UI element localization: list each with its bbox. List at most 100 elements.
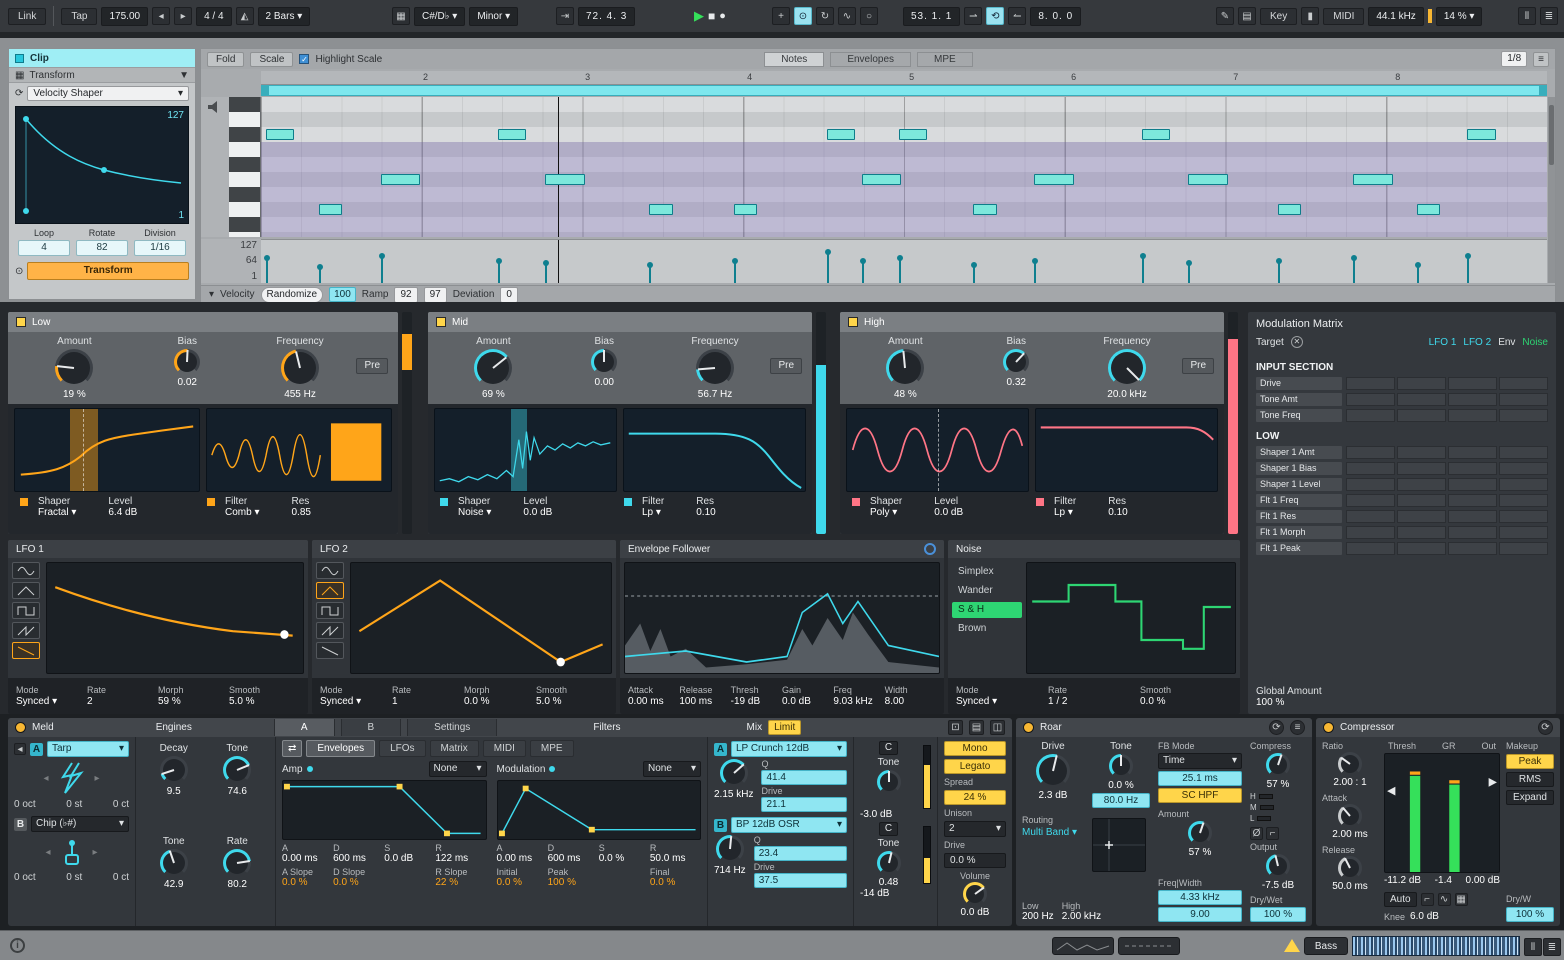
midi-note[interactable] [319, 204, 342, 215]
filter-b-tone-value[interactable]: 0.48 [879, 877, 898, 888]
phase-invert-icon[interactable]: Ø [1250, 827, 1263, 840]
square-wave-icon[interactable] [316, 602, 344, 619]
matrix-cell[interactable] [1499, 462, 1548, 475]
matrix-cell[interactable] [1397, 377, 1446, 390]
level-value[interactable]: 0.0 dB [523, 507, 552, 518]
lfo1-display[interactable] [46, 562, 304, 674]
warning-triangle-icon[interactable] [1284, 939, 1300, 952]
filter-b-c-button[interactable]: C [879, 822, 898, 836]
routing-icon[interactable]: ⊡ [948, 720, 963, 735]
tone-b-value[interactable]: 42.9 [164, 879, 183, 890]
filter-display[interactable] [206, 408, 392, 492]
rate-value[interactable]: 1 / 2 [1048, 696, 1140, 707]
filter-a-drive-value[interactable]: 21.1 [761, 797, 847, 812]
shaper-type-select[interactable]: Fractal ▾ [38, 507, 76, 518]
subtab-midi[interactable]: MIDI [483, 740, 526, 757]
midi-note[interactable] [1467, 129, 1495, 140]
matrix-cell[interactable] [1397, 409, 1446, 422]
time-signature-field[interactable]: 4 / 4 [196, 7, 231, 26]
smooth-value[interactable]: 5.0 % [536, 696, 608, 707]
band-h[interactable]: H [1250, 792, 1256, 801]
midi-note[interactable] [899, 129, 927, 140]
auto-release-toggle[interactable]: Auto [1384, 892, 1417, 907]
velocity-marker[interactable] [266, 259, 268, 283]
matrix-tab-noise[interactable]: Noise [1522, 337, 1548, 348]
roar-drive-knob[interactable] [1036, 754, 1070, 788]
mod-r-value[interactable]: 50.0 ms [650, 853, 701, 864]
piano-roll[interactable] [261, 97, 1547, 237]
release-knob[interactable] [1338, 856, 1362, 880]
matrix-cell[interactable] [1499, 526, 1548, 539]
piano-key-strip[interactable] [229, 97, 261, 237]
amp-a-value[interactable]: 0.00 ms [282, 853, 333, 864]
matrix-cell[interactable] [1448, 393, 1497, 406]
band-enable-checkbox[interactable] [16, 317, 26, 327]
frequency-knob[interactable] [1108, 349, 1146, 387]
loop-length-field[interactable]: 8. 0. 0 [1030, 7, 1081, 26]
bias-value[interactable]: 0.00 [594, 377, 613, 388]
filter-b-drive-value[interactable]: 37.5 [754, 873, 847, 888]
width-value[interactable]: 8.00 [885, 696, 936, 707]
hot-swap-icon[interactable]: ⟳ [1269, 720, 1284, 735]
ramp-from-value[interactable]: 92 [394, 287, 417, 303]
res-value[interactable]: 0.10 [1108, 507, 1127, 518]
matrix-cell[interactable] [1448, 377, 1497, 390]
matrix-cell[interactable] [1346, 494, 1395, 507]
volume-knob[interactable] [963, 882, 987, 906]
mod-s-value[interactable]: 0.0 % [599, 853, 650, 864]
bias-knob[interactable] [591, 349, 617, 375]
nudge-up-button[interactable]: ▸ [174, 7, 192, 25]
mod-final-value[interactable]: 0.0 % [650, 877, 701, 888]
grid-menu-icon[interactable]: ≡ [1533, 52, 1549, 67]
pre-button[interactable]: Pre [1182, 358, 1214, 374]
matrix-cell[interactable] [1397, 446, 1446, 459]
level-value[interactable]: 0.0 dB [934, 507, 963, 518]
velocity-shaper-display[interactable]: 127 1 [15, 106, 189, 224]
rate-value[interactable]: 80.2 [228, 879, 247, 890]
osc-a-select[interactable]: Tarp▾ [47, 741, 129, 757]
pre-button[interactable]: Pre [770, 358, 802, 374]
beat-time-ruler[interactable]: 2 3 4 5 6 7 8 [261, 71, 1547, 85]
release-value[interactable]: 50.0 ms [1322, 881, 1378, 892]
computer-midi-keyboard-button[interactable]: ▤ [1238, 7, 1256, 25]
velocity-marker[interactable] [1188, 264, 1190, 283]
osc-a-st[interactable]: 0 st [66, 799, 82, 810]
thresh-value[interactable]: -19 dB [731, 696, 782, 707]
matrix-cell[interactable] [1346, 510, 1395, 523]
lane-collapse-icon[interactable]: ▾ [209, 289, 214, 300]
tab-settings[interactable]: Settings [407, 719, 497, 736]
frequency-value[interactable]: 455 Hz [284, 389, 316, 400]
rotate-value[interactable]: 82 [76, 240, 128, 256]
midi-note[interactable] [1034, 174, 1074, 185]
hot-swap-icon[interactable]: ⟳ [1538, 720, 1553, 735]
matrix-cell[interactable] [1346, 462, 1395, 475]
ramp-to-value[interactable]: 97 [424, 287, 447, 303]
triangle-wave-icon[interactable] [12, 582, 40, 599]
key-scale-menu[interactable]: Minor ▾ [469, 7, 518, 26]
knee-curve-icon[interactable]: ⌐ [1421, 893, 1434, 906]
mod-route-select[interactable]: None▾ [643, 761, 701, 777]
rate-value[interactable]: 1 [392, 696, 464, 707]
bias-value[interactable]: 0.32 [1006, 377, 1025, 388]
amp-envelope-display[interactable] [282, 780, 487, 840]
width-value[interactable]: 9.00 [1158, 907, 1242, 922]
filter-a-type-select[interactable]: LP Crunch 12dB▾ [731, 741, 847, 757]
matrix-cell[interactable] [1448, 526, 1497, 539]
tap-tempo-button[interactable]: Tap [61, 8, 97, 25]
loop-start-field[interactable]: 53. 1. 1 [903, 7, 960, 26]
record-button[interactable]: ● [719, 10, 726, 22]
attack-value[interactable]: 2.00 ms [1322, 829, 1378, 840]
amp-r-value[interactable]: 122 ms [435, 853, 486, 864]
automation-arm-button[interactable]: ⊙ [794, 7, 812, 25]
velocity-lane[interactable] [261, 239, 1547, 283]
matrix-cell[interactable] [1397, 393, 1446, 406]
amp-route-select[interactable]: None▾ [429, 761, 487, 777]
frequency-value[interactable]: 56.7 Hz [698, 389, 732, 400]
matrix-cell[interactable] [1397, 526, 1446, 539]
device-on-toggle[interactable] [1323, 722, 1334, 733]
filter-b-freq-knob[interactable] [716, 835, 744, 863]
tone-b-knob[interactable] [160, 849, 188, 877]
matrix-cell[interactable] [1346, 542, 1395, 555]
filter-display[interactable] [1035, 408, 1218, 492]
roar-low-value[interactable]: 200 Hz [1022, 911, 1054, 922]
